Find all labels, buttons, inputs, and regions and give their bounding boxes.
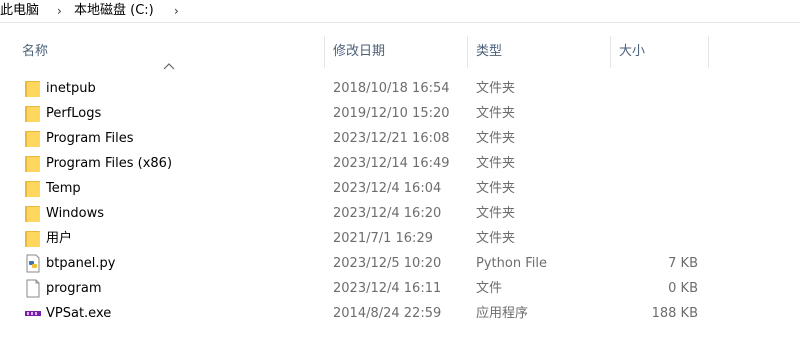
file-name: Program Files <box>46 131 134 146</box>
file-size <box>614 76 698 101</box>
column-divider[interactable] <box>467 36 468 68</box>
file-date: 2023/12/4 16:20 <box>333 206 442 221</box>
folder-icon <box>25 231 40 247</box>
file-size: 188 KB <box>651 306 698 321</box>
file-name: PerfLogs <box>46 106 102 121</box>
file-row[interactable]: 用户 2021/7/1 16:29 文件夹 <box>14 226 704 251</box>
file-name: Windows <box>46 206 105 221</box>
file-size <box>614 226 698 251</box>
column-headers: 名称 修改日期 类型 大小 <box>0 34 800 70</box>
column-header-name[interactable]: 名称 <box>22 34 48 70</box>
file-row[interactable]: Temp 2023/12/4 16:04 文件夹 <box>14 176 704 201</box>
folder-icon <box>25 156 40 172</box>
file-type: 文件 <box>476 281 503 296</box>
sort-ascending-icon <box>163 63 175 70</box>
column-divider[interactable] <box>708 36 709 68</box>
column-divider[interactable] <box>610 36 611 68</box>
file-date: 2023/12/14 16:49 <box>333 156 450 171</box>
file-size <box>614 101 698 126</box>
breadcrumb: 此电脑 › 本地磁盘 (C:) › <box>0 0 800 23</box>
file-name: btpanel.py <box>46 256 116 271</box>
file-type: 文件夹 <box>476 231 516 246</box>
folder-icon <box>25 106 40 122</box>
column-header-date[interactable]: 修改日期 <box>333 34 385 70</box>
file-name: Program Files (x86) <box>46 156 173 171</box>
breadcrumb-local-disk[interactable]: 本地磁盘 (C:) <box>74 0 154 22</box>
exe-app-icon <box>24 310 42 317</box>
file-size <box>614 201 698 226</box>
file-date: 2014/8/24 22:59 <box>333 306 442 321</box>
file-size: 7 KB <box>668 256 698 271</box>
file-row[interactable]: inetpub 2018/10/18 16:54 文件夹 <box>14 76 704 101</box>
file-row[interactable]: PerfLogs 2019/12/10 15:20 文件夹 <box>14 101 704 126</box>
chevron-right-icon[interactable]: › <box>174 0 179 22</box>
file-explorer: 此电脑 › 本地磁盘 (C:) › 名称 修改日期 类型 大小 inetpub … <box>0 0 800 354</box>
file-type: 应用程序 <box>476 306 529 321</box>
file-type: Python File <box>476 256 547 271</box>
folder-icon <box>25 206 40 222</box>
file-date: 2023/12/4 16:04 <box>333 181 442 196</box>
python-file-icon <box>26 254 40 273</box>
file-date: 2021/7/1 16:29 <box>333 231 433 246</box>
file-size <box>614 126 698 151</box>
file-type: 文件夹 <box>476 81 516 96</box>
file-date: 2018/10/18 16:54 <box>333 81 450 96</box>
file-name: inetpub <box>46 81 96 96</box>
file-size <box>614 176 698 201</box>
file-date: 2023/12/5 10:20 <box>333 256 442 271</box>
file-row[interactable]: Program Files 2023/12/21 16:08 文件夹 <box>14 126 704 151</box>
file-size <box>614 151 698 176</box>
file-row[interactable]: Windows 2023/12/4 16:20 文件夹 <box>14 201 704 226</box>
column-header-size[interactable]: 大小 <box>619 34 645 70</box>
file-name: program <box>46 281 102 296</box>
file-size: 0 KB <box>668 281 698 296</box>
file-date: 2019/12/10 15:20 <box>333 106 450 121</box>
file-row[interactable]: VPSat.exe 2014/8/24 22:59 应用程序 188 KB <box>14 301 704 326</box>
file-date: 2023/12/21 16:08 <box>333 131 450 146</box>
file-name: Temp <box>46 181 81 196</box>
file-date: 2023/12/4 16:11 <box>333 281 442 296</box>
file-type: 文件夹 <box>476 181 516 196</box>
blank-file-icon <box>26 279 40 298</box>
folder-icon <box>25 81 40 97</box>
file-name: VPSat.exe <box>46 306 112 321</box>
column-divider[interactable] <box>324 36 325 68</box>
column-header-type[interactable]: 类型 <box>476 34 502 70</box>
file-type: 文件夹 <box>476 131 516 146</box>
file-name: 用户 <box>46 231 73 246</box>
breadcrumb-this-pc[interactable]: 此电脑 <box>0 0 39 22</box>
file-type: 文件夹 <box>476 156 516 171</box>
file-type: 文件夹 <box>476 106 516 121</box>
folder-icon <box>25 131 40 147</box>
file-type: 文件夹 <box>476 206 516 221</box>
file-row[interactable]: program 2023/12/4 16:11 文件 0 KB <box>14 276 704 301</box>
file-row[interactable]: Program Files (x86) 2023/12/14 16:49 文件夹 <box>14 151 704 176</box>
folder-icon <box>25 181 40 197</box>
file-row[interactable]: btpanel.py 2023/12/5 10:20 Python File 7… <box>14 251 704 276</box>
chevron-right-icon[interactable]: › <box>57 0 62 22</box>
